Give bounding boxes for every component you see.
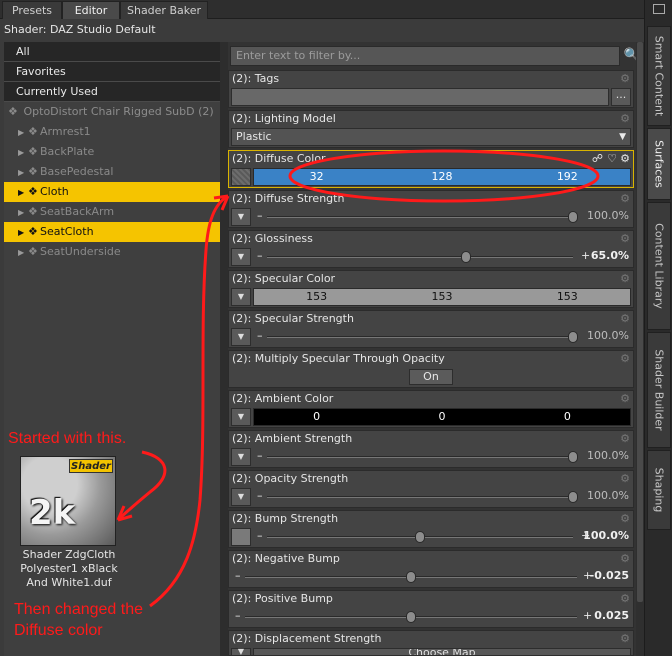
annotation-overlay <box>116 149 600 608</box>
annotation-arrow-to-color <box>149 194 229 608</box>
annotation-arrow-to-thumbnail <box>116 450 167 522</box>
annotation-ellipse <box>288 149 600 203</box>
